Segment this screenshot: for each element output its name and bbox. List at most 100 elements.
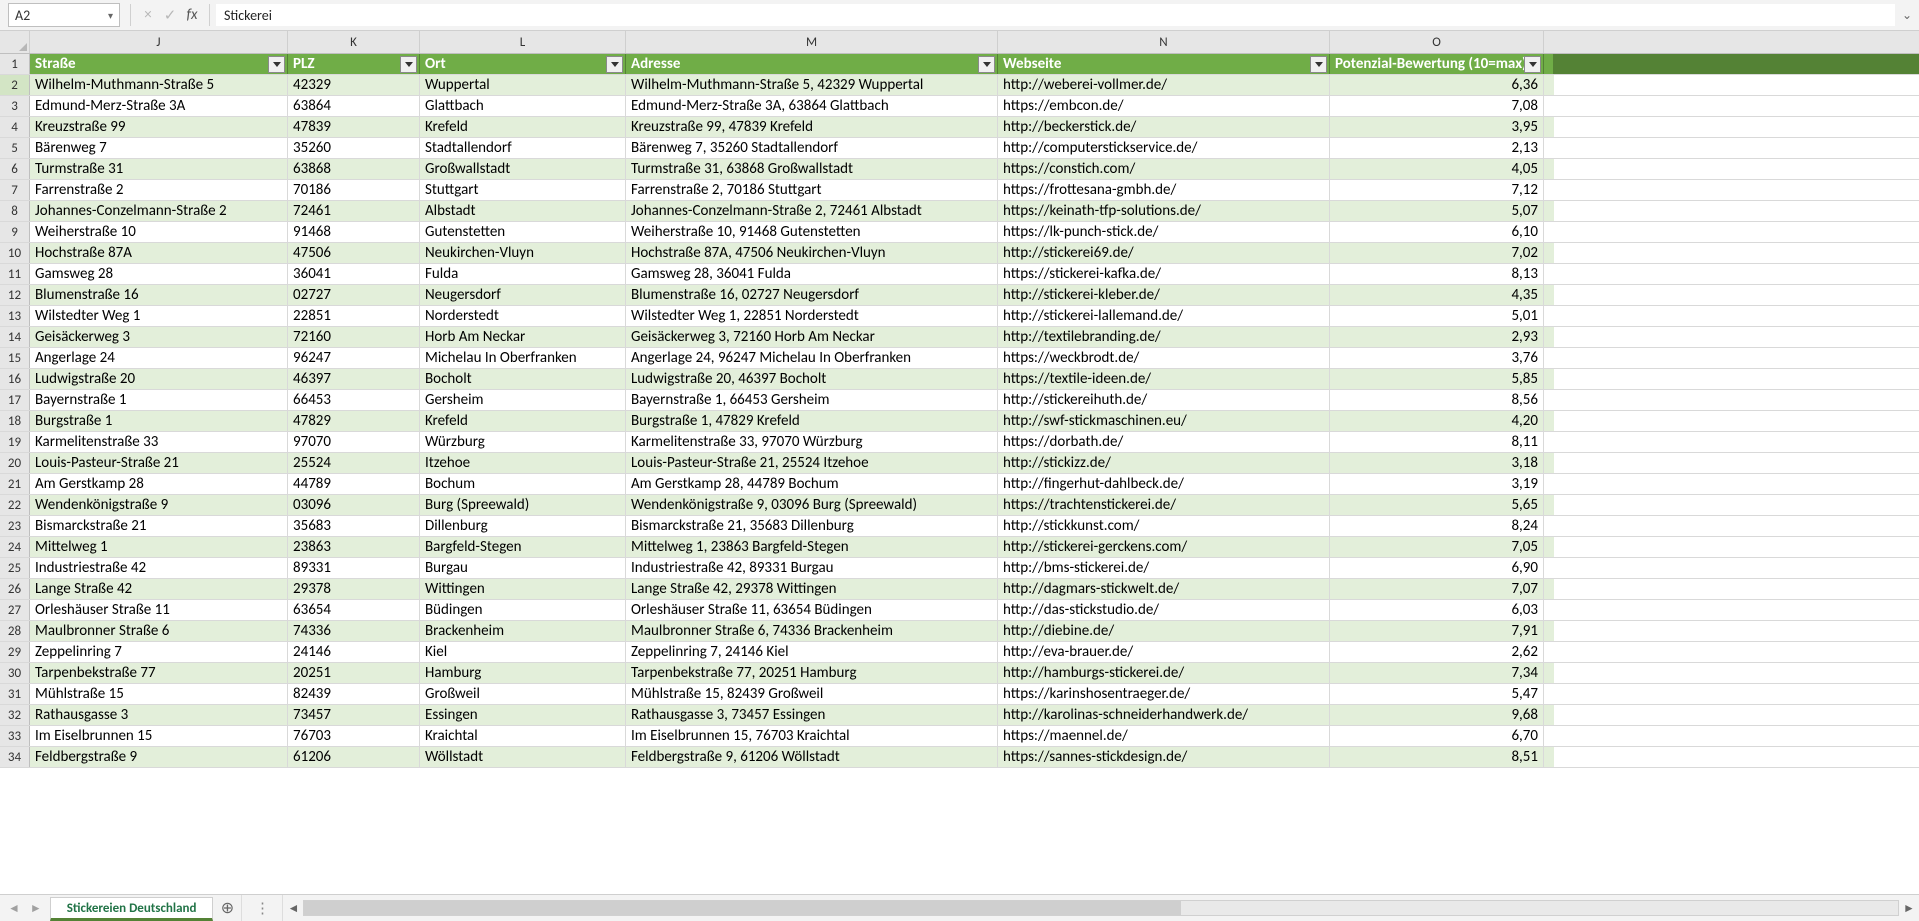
cell[interactable]: Industriestraße 42: [30, 558, 288, 578]
cell[interactable]: 74336: [288, 621, 420, 641]
cell[interactable]: 5,01: [1330, 306, 1544, 326]
cell[interactable]: 7,08: [1330, 96, 1544, 116]
cell[interactable]: Burgstraße 1: [30, 411, 288, 431]
cell[interactable]: Dillenburg: [420, 516, 626, 536]
cell[interactable]: Essingen: [420, 705, 626, 725]
cell[interactable]: Bärenweg 7, 35260 Stadtallendorf: [626, 138, 998, 158]
cell[interactable]: 20251: [288, 663, 420, 683]
cell[interactable]: Wendenkönigstraße 9, 03096 Burg (Spreewa…: [626, 495, 998, 515]
cell[interactable]: 9,68: [1330, 705, 1544, 725]
cell[interactable]: 5,85: [1330, 369, 1544, 389]
cell[interactable]: Weiherstraße 10: [30, 222, 288, 242]
row-number[interactable]: 14: [0, 327, 30, 347]
filter-dropdown-button[interactable]: [268, 56, 285, 73]
cell[interactable]: 3,19: [1330, 474, 1544, 494]
cell[interactable]: Wilhelm-Muthmann-Straße 5: [30, 75, 288, 95]
cell[interactable]: Wittingen: [420, 579, 626, 599]
cell[interactable]: http://stickerei69.de/: [998, 243, 1330, 263]
cell[interactable]: http://stickerei-gerckens.com/: [998, 537, 1330, 557]
table-header-cell[interactable]: Straße: [30, 54, 288, 74]
cell[interactable]: Maulbronner Straße 6: [30, 621, 288, 641]
cell[interactable]: 97070: [288, 432, 420, 452]
cell[interactable]: Gutenstetten: [420, 222, 626, 242]
cell[interactable]: Krefeld: [420, 411, 626, 431]
column-header-J[interactable]: J: [30, 31, 288, 53]
scroll-right-button[interactable]: ►: [1899, 901, 1919, 916]
filter-dropdown-button[interactable]: [1310, 56, 1327, 73]
cell[interactable]: http://dagmars-stickwelt.de/: [998, 579, 1330, 599]
row-number[interactable]: 31: [0, 684, 30, 704]
cell[interactable]: 7,34: [1330, 663, 1544, 683]
cell[interactable]: Geisäckerweg 3: [30, 327, 288, 347]
cell[interactable]: Ludwigstraße 20: [30, 369, 288, 389]
cell[interactable]: http://beckerstick.de/: [998, 117, 1330, 137]
row-number[interactable]: 4: [0, 117, 30, 137]
cell[interactable]: 7,12: [1330, 180, 1544, 200]
cell[interactable]: Burgau: [420, 558, 626, 578]
cell[interactable]: Gamsweg 28, 36041 Fulda: [626, 264, 998, 284]
cell[interactable]: Am Gerstkamp 28, 44789 Bochum: [626, 474, 998, 494]
cell[interactable]: 44789: [288, 474, 420, 494]
row-number[interactable]: 27: [0, 600, 30, 620]
column-header-M[interactable]: M: [626, 31, 998, 53]
cell[interactable]: http://fingerhut-dahlbeck.de/: [998, 474, 1330, 494]
cell[interactable]: 47829: [288, 411, 420, 431]
cell[interactable]: https://textile-ideen.de/: [998, 369, 1330, 389]
column-header-K[interactable]: K: [288, 31, 420, 53]
row-number[interactable]: 24: [0, 537, 30, 557]
cell[interactable]: 2,13: [1330, 138, 1544, 158]
filter-dropdown-button[interactable]: [400, 56, 417, 73]
cell[interactable]: https://stickerei-kafka.de/: [998, 264, 1330, 284]
cell[interactable]: Krefeld: [420, 117, 626, 137]
cell[interactable]: 35260: [288, 138, 420, 158]
horizontal-scrollbar[interactable]: ◄ ►: [282, 895, 1919, 921]
row-number[interactable]: 18: [0, 411, 30, 431]
row-number[interactable]: 29: [0, 642, 30, 662]
cell[interactable]: https://keinath-tfp-solutions.de/: [998, 201, 1330, 221]
cell[interactable]: Bargfeld-Stegen: [420, 537, 626, 557]
confirm-entry-button[interactable]: ✓: [159, 6, 181, 25]
cell[interactable]: Louis-Pasteur-Straße 21: [30, 453, 288, 473]
table-header-cell[interactable]: Adresse: [626, 54, 998, 74]
cell[interactable]: Blumenstraße 16: [30, 285, 288, 305]
cell[interactable]: Geisäckerweg 3, 72160 Horb Am Neckar: [626, 327, 998, 347]
cell[interactable]: 23863: [288, 537, 420, 557]
cell[interactable]: 6,90: [1330, 558, 1544, 578]
tab-nav-next-icon[interactable]: ►: [30, 901, 42, 916]
cell[interactable]: Rathausgasse 3, 73457 Essingen: [626, 705, 998, 725]
cell[interactable]: 3,76: [1330, 348, 1544, 368]
cell[interactable]: Bismarckstraße 21: [30, 516, 288, 536]
cell[interactable]: Lange Straße 42, 29378 Wittingen: [626, 579, 998, 599]
cell[interactable]: http://stickereihuth.de/: [998, 390, 1330, 410]
cell[interactable]: https://dorbath.de/: [998, 432, 1330, 452]
cell[interactable]: 8,24: [1330, 516, 1544, 536]
cell[interactable]: http://stickizz.de/: [998, 453, 1330, 473]
cell[interactable]: 66453: [288, 390, 420, 410]
cell[interactable]: https://embcon.de/: [998, 96, 1330, 116]
cell[interactable]: Wilstedter Weg 1, 22851 Norderstedt: [626, 306, 998, 326]
cell[interactable]: Kreuzstraße 99, 47839 Krefeld: [626, 117, 998, 137]
cell[interactable]: Louis-Pasteur-Straße 21, 25524 Itzehoe: [626, 453, 998, 473]
cell[interactable]: 7,05: [1330, 537, 1544, 557]
cell[interactable]: 4,05: [1330, 159, 1544, 179]
column-header-O[interactable]: O: [1330, 31, 1544, 53]
cell[interactable]: Mühlstraße 15, 82439 Großweil: [626, 684, 998, 704]
cell[interactable]: Orleshäuser Straße 11: [30, 600, 288, 620]
cell[interactable]: 47506: [288, 243, 420, 263]
cell[interactable]: 5,47: [1330, 684, 1544, 704]
cell[interactable]: 3,18: [1330, 453, 1544, 473]
scroll-left-button[interactable]: ◄: [283, 901, 303, 916]
cell[interactable]: Mittelweg 1: [30, 537, 288, 557]
cell[interactable]: 46397: [288, 369, 420, 389]
cell[interactable]: 35683: [288, 516, 420, 536]
row-number[interactable]: 8: [0, 201, 30, 221]
tab-nav-prev-icon[interactable]: ◄: [8, 901, 20, 916]
cell[interactable]: Ludwigstraße 20, 46397 Bocholt: [626, 369, 998, 389]
cell[interactable]: Rathausgasse 3: [30, 705, 288, 725]
cancel-entry-button[interactable]: ×: [137, 6, 159, 24]
cell[interactable]: Norderstedt: [420, 306, 626, 326]
row-number[interactable]: 21: [0, 474, 30, 494]
row-number[interactable]: 3: [0, 96, 30, 116]
cell[interactable]: Gersheim: [420, 390, 626, 410]
cell[interactable]: Wilstedter Weg 1: [30, 306, 288, 326]
